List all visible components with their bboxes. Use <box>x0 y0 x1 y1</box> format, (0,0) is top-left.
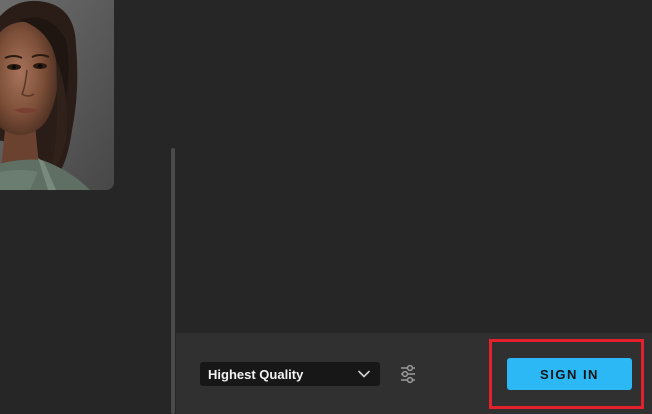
quality-dropdown[interactable]: Highest Quality <box>200 362 380 386</box>
character-gallery <box>0 0 176 414</box>
character-portrait-image <box>0 0 114 190</box>
footer-bar: Highest Quality SIGN IN <box>176 333 652 414</box>
sliders-icon[interactable] <box>399 364 417 384</box>
app-window: Highest Quality SIGN IN <box>0 0 652 414</box>
chevron-down-icon <box>357 367 371 381</box>
character-thumbnail[interactable] <box>0 0 114 190</box>
gallery-scrollbar[interactable] <box>171 148 175 414</box>
sign-in-button[interactable]: SIGN IN <box>507 358 632 390</box>
quality-selected-value: Highest Quality <box>208 366 304 382</box>
main-viewport <box>176 0 652 333</box>
